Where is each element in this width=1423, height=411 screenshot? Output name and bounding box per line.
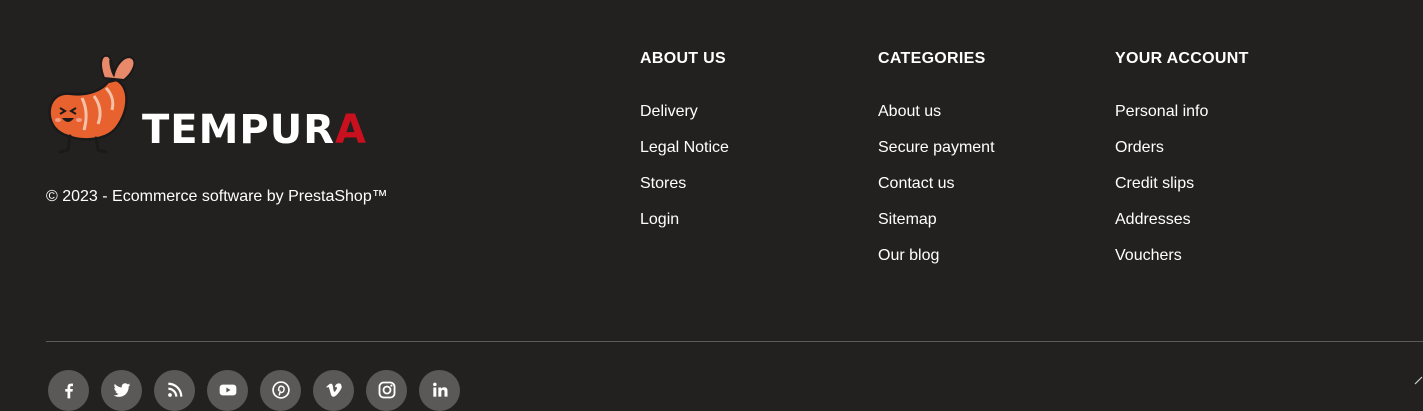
logo-wordmark-main: TEMPUR bbox=[142, 107, 336, 153]
vimeo-icon bbox=[325, 382, 342, 397]
rss-button[interactable] bbox=[154, 370, 195, 411]
link-addresses[interactable]: Addresses bbox=[1115, 211, 1191, 228]
social-links bbox=[48, 370, 460, 411]
column-title-about: ABOUT US bbox=[640, 50, 726, 67]
column-title-account: YOUR ACCOUNT bbox=[1115, 50, 1249, 67]
tempura-logo[interactable]: TEMPURA bbox=[46, 50, 406, 155]
link-stores[interactable]: Stores bbox=[640, 175, 686, 192]
link-personal-info[interactable]: Personal info bbox=[1115, 103, 1208, 120]
site-footer: TEMPURA © 2023 - Ecommerce software by P… bbox=[0, 0, 1423, 411]
instagram-button[interactable] bbox=[366, 370, 407, 411]
rss-icon bbox=[167, 382, 182, 397]
link-delivery[interactable]: Delivery bbox=[640, 103, 698, 120]
footer-column-categories: CATEGORIES About us Secure payment Conta… bbox=[878, 50, 1098, 283]
scroll-corner-icon bbox=[1414, 376, 1423, 385]
footer-brand: TEMPURA © 2023 - Ecommerce software by P… bbox=[46, 50, 426, 205]
youtube-icon bbox=[219, 384, 236, 395]
twitter-button[interactable] bbox=[101, 370, 142, 411]
youtube-button[interactable] bbox=[207, 370, 248, 411]
link-legal-notice[interactable]: Legal Notice bbox=[640, 139, 729, 156]
link-secure-payment[interactable]: Secure payment bbox=[878, 139, 995, 156]
shrimp-mascot-icon bbox=[48, 54, 136, 154]
pinterest-icon bbox=[271, 380, 290, 399]
logo-wordmark-accent: A bbox=[335, 107, 367, 153]
footer-divider bbox=[46, 341, 1423, 342]
link-vouchers[interactable]: Vouchers bbox=[1115, 247, 1182, 264]
link-sitemap[interactable]: Sitemap bbox=[878, 211, 937, 228]
linkedin-button[interactable] bbox=[419, 370, 460, 411]
pinterest-button[interactable] bbox=[260, 370, 301, 411]
link-contact-us[interactable]: Contact us bbox=[878, 175, 954, 192]
logo-wordmark: TEMPURA bbox=[142, 110, 367, 150]
copyright-text: © 2023 - Ecommerce software by PrestaSho… bbox=[46, 188, 388, 205]
account-links: Personal info Orders Credit slips Addres… bbox=[1115, 103, 1335, 283]
link-orders[interactable]: Orders bbox=[1115, 139, 1164, 156]
link-credit-slips[interactable]: Credit slips bbox=[1115, 175, 1194, 192]
link-login[interactable]: Login bbox=[640, 211, 679, 228]
footer-column-about: ABOUT US Delivery Legal Notice Stores Lo… bbox=[640, 50, 860, 247]
linkedin-icon bbox=[432, 382, 447, 397]
link-our-blog[interactable]: Our blog bbox=[878, 247, 939, 264]
instagram-icon bbox=[378, 381, 395, 398]
footer-column-account: YOUR ACCOUNT Personal info Orders Credit… bbox=[1115, 50, 1335, 283]
about-links: Delivery Legal Notice Stores Login bbox=[640, 103, 860, 247]
facebook-button[interactable] bbox=[48, 370, 89, 411]
link-about-us[interactable]: About us bbox=[878, 103, 941, 120]
facebook-icon bbox=[64, 383, 73, 398]
column-title-categories: CATEGORIES bbox=[878, 50, 986, 67]
twitter-icon bbox=[113, 382, 130, 397]
vimeo-button[interactable] bbox=[313, 370, 354, 411]
categories-links: About us Secure payment Contact us Sitem… bbox=[878, 103, 1098, 283]
